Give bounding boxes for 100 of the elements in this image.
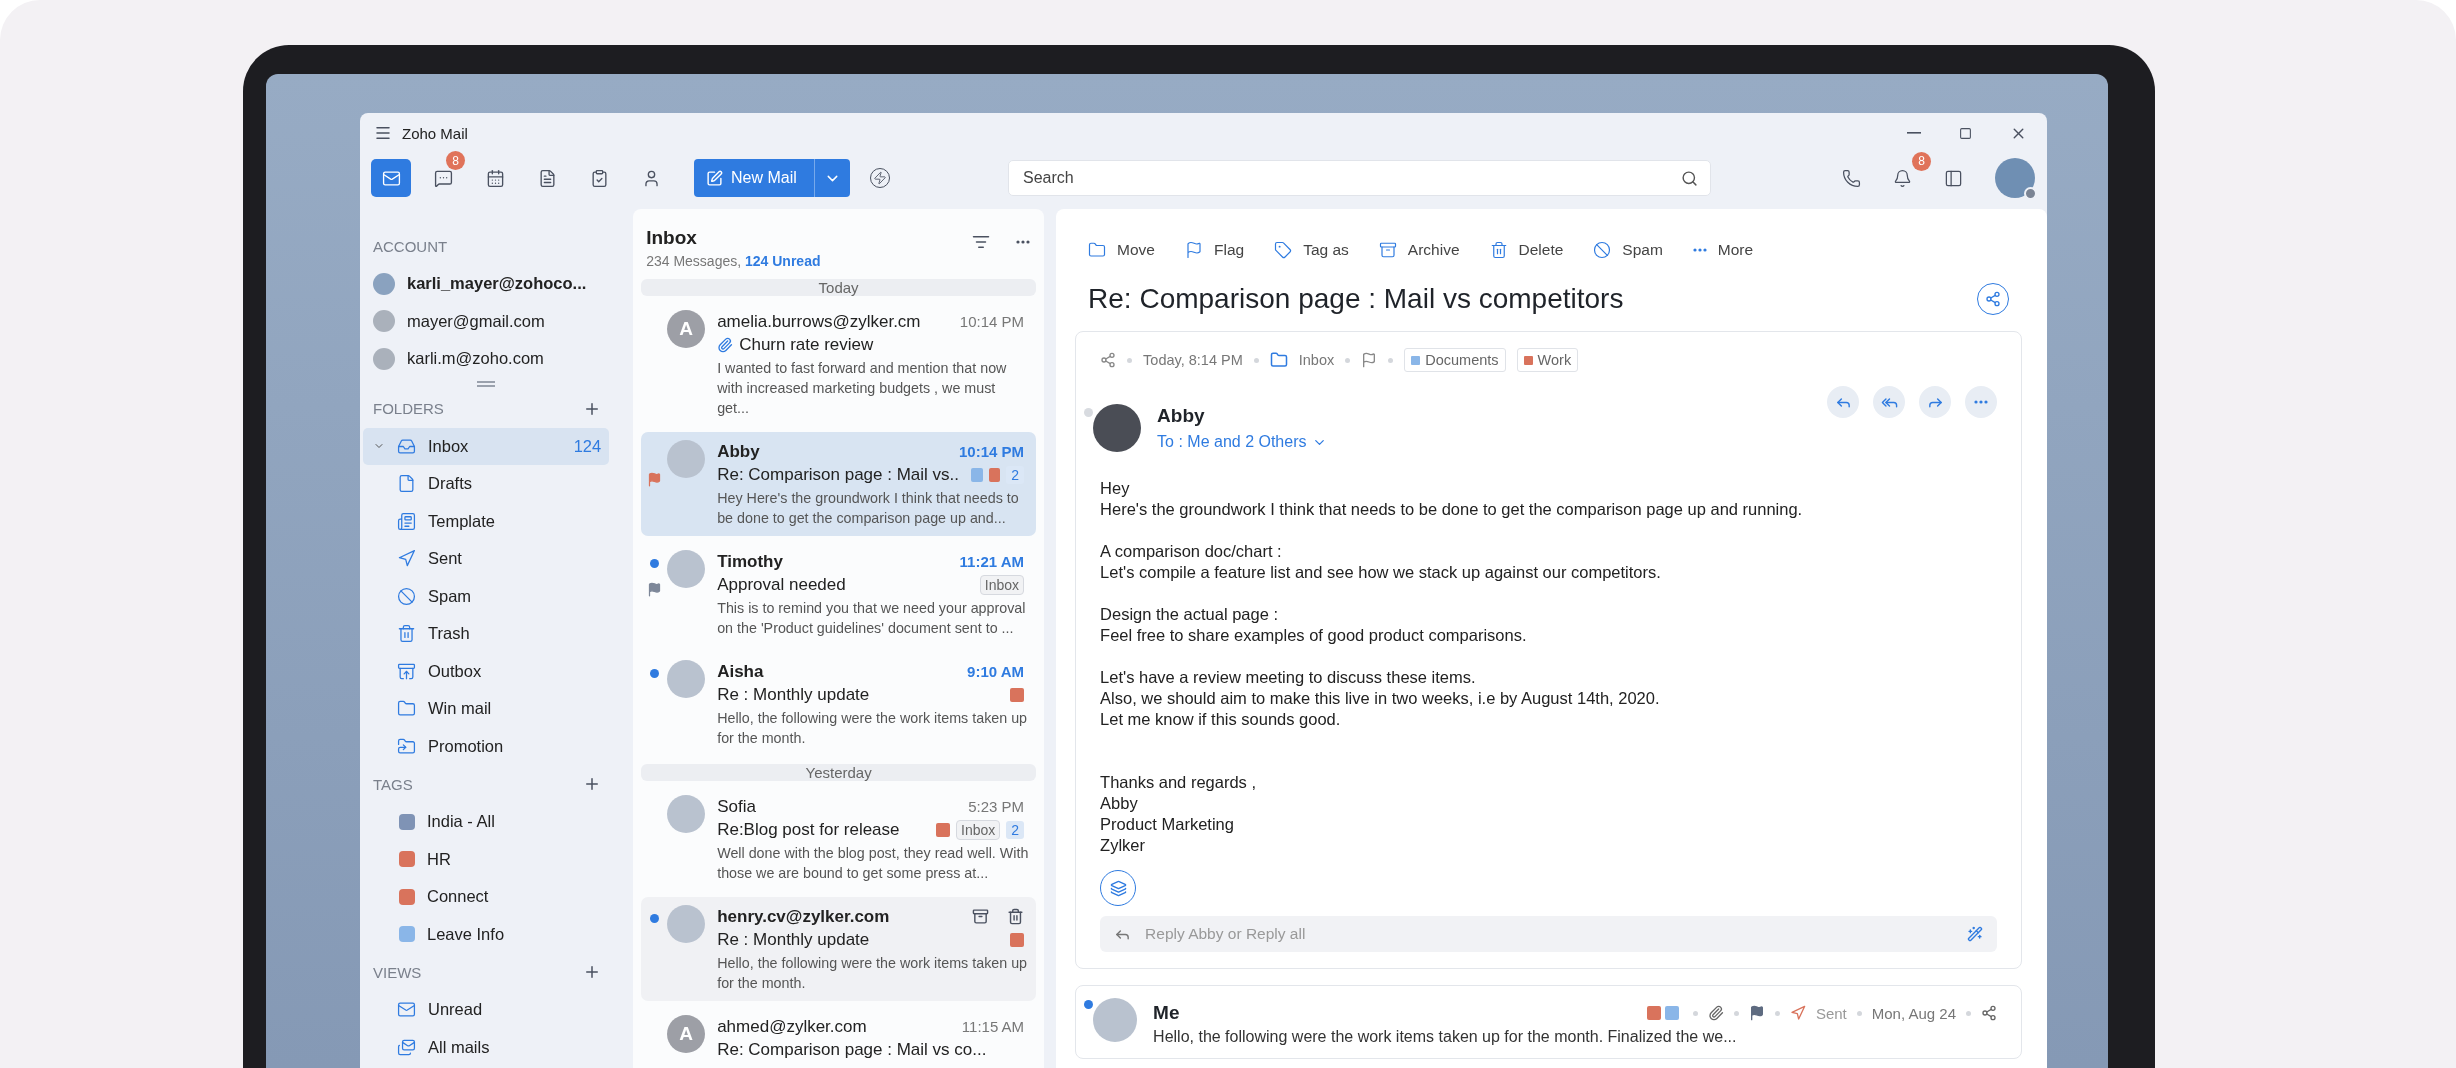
tag-item[interactable]: Leave Info xyxy=(363,915,610,953)
filter-button[interactable] xyxy=(972,233,991,251)
toolbar-action[interactable]: More xyxy=(1692,241,1754,259)
avatar xyxy=(1093,998,1138,1042)
body-text: Let's have a review meeting to discuss these items. xyxy=(1100,667,1477,688)
folder-item[interactable]: Spam xyxy=(363,577,610,615)
count-badge: 8 xyxy=(446,151,465,170)
filter-icon xyxy=(972,233,991,251)
folder-label: Inbox xyxy=(428,436,469,456)
resize-handle[interactable] xyxy=(477,380,496,387)
signature-text: Thanks and regards , xyxy=(1100,772,1257,793)
list-title: Inbox xyxy=(646,227,698,249)
delete-button[interactable] xyxy=(1007,908,1025,925)
view-item[interactable]: All mails xyxy=(363,1028,610,1066)
archive-button[interactable] xyxy=(972,908,990,925)
template-icon xyxy=(397,511,416,531)
side-panel-button[interactable] xyxy=(1944,168,1963,188)
avatar xyxy=(667,550,706,588)
message-subject: Approval needed xyxy=(717,574,846,595)
toolbar-action[interactable]: Move xyxy=(1088,241,1155,259)
minimize-icon xyxy=(1907,132,1921,134)
tag-item[interactable]: Connect xyxy=(363,878,610,916)
folder-label: Spam xyxy=(428,586,472,606)
folder-item[interactable]: Inbox 124 xyxy=(363,427,610,465)
message-time: 9:10 AM xyxy=(967,663,1025,680)
tag-item[interactable]: India - All xyxy=(363,803,610,841)
tag-chip[interactable]: Work xyxy=(1516,348,1579,372)
share-icon xyxy=(1100,352,1117,368)
reply-input[interactable]: Reply Abby or Reply all xyxy=(1143,924,1955,944)
avatar xyxy=(667,905,706,943)
message-subject: Re: Comparison page : Mail vs co... xyxy=(717,1039,987,1060)
account-item[interactable]: karli.m@zoho.com xyxy=(363,340,610,378)
message-item[interactable]: Sofia 5:23 PM Re:Blog post for release Inbox 2 Well done with the blog post, they read well. With those we are bound to get some press at... xyxy=(641,787,1037,891)
folder-item[interactable]: Trash xyxy=(363,615,610,653)
message-subject: Re : Monthly update xyxy=(717,929,870,950)
message-preview: Hello, the following were the work items taken up for the month. xyxy=(717,954,1029,993)
folder-label: Outbox xyxy=(428,661,482,681)
message-item[interactable]: henry.cv@zylker.com Re : Monthly update Hello, the following were the work items taken up for the month. xyxy=(641,897,1037,1001)
user-avatar[interactable] xyxy=(1995,158,2035,198)
account-item[interactable]: mayer@gmail.com xyxy=(363,302,610,340)
message-item[interactable]: Timothy 11:21 AM Approval needed Inbox This is to remind you that we need your approval on the 'Product guidelines' document sent to ... xyxy=(641,542,1037,646)
notifications-button[interactable] xyxy=(1893,168,1912,188)
folder-label: Win mail xyxy=(428,699,492,719)
message-time: 5:23 PM xyxy=(968,798,1025,815)
avatar xyxy=(1093,404,1142,452)
minimize-button[interactable] xyxy=(1907,132,1921,134)
tag-item[interactable]: HR xyxy=(363,840,610,878)
section-heading: VIEWS xyxy=(373,963,422,981)
toolbar-action[interactable]: Spam xyxy=(1593,241,1663,259)
folder-item[interactable]: Win mail xyxy=(363,690,610,728)
view-item[interactable]: Unread xyxy=(363,991,610,1029)
calendar-icon xyxy=(485,168,505,188)
folder-item[interactable]: Drafts xyxy=(363,465,610,503)
mail-app-button[interactable] xyxy=(371,159,411,197)
message-item[interactable]: Aisha 9:10 AM Re : Monthly update Hello, the following were the work items taken up for the month. xyxy=(641,652,1037,756)
toolbar-action[interactable]: Archive xyxy=(1378,241,1460,259)
search-input[interactable]: Search xyxy=(1021,168,1681,188)
reply-all-button[interactable] xyxy=(1873,386,1905,418)
more-icon xyxy=(1974,400,1988,404)
toolbar-action[interactable]: Flag xyxy=(1185,241,1245,259)
layers-button[interactable] xyxy=(1100,870,1137,906)
clipboard-check-icon xyxy=(589,168,609,188)
search-field[interactable]: Search xyxy=(1008,160,1711,196)
message-preview: Hey Here's the groundwork I think that needs to be done to get the comparison page up and... xyxy=(717,489,1020,528)
forward-button[interactable] xyxy=(1919,386,1951,418)
reply-field[interactable]: Reply Abby or Reply all xyxy=(1100,916,1997,952)
menu-button[interactable] xyxy=(374,124,392,142)
message-time: 11:21 AM xyxy=(959,553,1025,570)
date-group-header: Yesterday xyxy=(641,764,1037,781)
sender-name: Sofia xyxy=(717,796,756,817)
folder-item[interactable]: Outbox xyxy=(363,652,610,690)
avatar xyxy=(373,310,395,333)
folder-item[interactable]: Sent xyxy=(363,540,610,578)
sender-name: ahmed@zylker.com xyxy=(717,1016,867,1037)
reply-button[interactable] xyxy=(1827,386,1859,418)
recipients-toggle[interactable]: To : Me and 2 Others xyxy=(1157,433,1328,451)
new-mail-button[interactable]: New Mail xyxy=(694,159,850,197)
toolbar-action[interactable]: Delete xyxy=(1489,241,1564,259)
section-heading: FOLDERS xyxy=(373,400,444,417)
account-item[interactable]: karli_mayer@zohoco... xyxy=(363,265,610,303)
folder-item[interactable]: Template xyxy=(363,502,610,540)
email-subject: Re: Comparison page : Mail vs competitors xyxy=(1088,283,1624,315)
share-button[interactable] xyxy=(1977,283,2009,315)
body-text: Here's the groundwork I think that needs to be done to get the comparison page up and running. xyxy=(1100,499,1804,520)
message-item[interactable]: A ahmed@zylker.com 11:15 AM Re: Comparison page : Mail vs co... xyxy=(641,1007,1037,1068)
body-text: Let me know if this sounds good. xyxy=(1100,709,1342,730)
message-item[interactable]: Abby 10:14 PM Re: Comparison page : Mail vs.. 2 Hey Here's the groundwork I think that needs to be done to get the comparison page up and... xyxy=(641,432,1037,536)
toolbar-action[interactable]: Tag as xyxy=(1274,241,1349,259)
message-item[interactable]: A amelia.burrows@zylker.cm 10:14 PM Churn rate review I wanted to fast forward and mention that now with increased marketing budgets , we must get... xyxy=(641,302,1037,426)
call-button[interactable] xyxy=(1842,168,1861,188)
folder-icon xyxy=(1269,351,1288,369)
share-icon xyxy=(1985,291,2001,307)
separator-dot xyxy=(1774,1010,1780,1016)
flag-icon xyxy=(1361,352,1378,368)
archive-icon xyxy=(972,908,990,925)
sent-status: Sent xyxy=(1815,1004,1847,1022)
maximize-button[interactable] xyxy=(1959,126,1972,140)
file-icon xyxy=(397,474,416,494)
tag-chip[interactable]: Documents xyxy=(1404,348,1506,372)
folder-item[interactable]: Promotion xyxy=(363,727,610,765)
